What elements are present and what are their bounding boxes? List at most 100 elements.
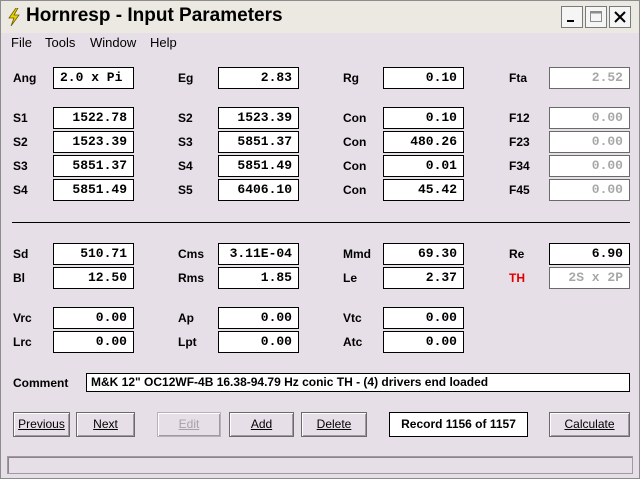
lpt-field[interactable]: 0.00 <box>218 331 299 353</box>
menu-window[interactable]: Window <box>90 35 136 50</box>
con-4-field[interactable]: 45.42 <box>383 179 464 201</box>
close-icon <box>614 11 626 23</box>
label-mmd: Mmd <box>343 247 371 261</box>
s2-field[interactable]: 1523.39 <box>53 131 134 153</box>
calculate-button[interactable]: Calculate <box>549 412 630 437</box>
delete-button[interactable]: Delete <box>301 412 367 437</box>
calculate-label: Calculate <box>564 417 615 431</box>
title-bar[interactable]: Hornresp - Input Parameters <box>1 1 639 33</box>
label-s3: S3 <box>13 159 28 173</box>
label-s4: S4 <box>178 159 193 173</box>
menu-bar: File Tools Window Help <box>1 33 639 53</box>
label-con: Con <box>343 183 367 197</box>
status-bar <box>7 456 633 474</box>
window-title: Hornresp - Input Parameters <box>26 5 283 26</box>
maximize-icon <box>590 11 602 22</box>
next-button[interactable]: Next <box>76 412 135 437</box>
label-f34: F34 <box>509 159 530 173</box>
vrc-field[interactable]: 0.00 <box>53 307 134 329</box>
vtc-field[interactable]: 0.00 <box>383 307 464 329</box>
menu-tools[interactable]: Tools <box>45 35 75 50</box>
lrc-field[interactable]: 0.00 <box>53 331 134 353</box>
label-vrc: Vrc <box>13 311 32 325</box>
mmd-field[interactable]: 69.30 <box>383 243 464 265</box>
label-comment: Comment <box>13 376 69 390</box>
bl-field[interactable]: 12.50 <box>53 267 134 289</box>
menu-file[interactable]: File <box>11 35 32 50</box>
next-label: Next <box>93 417 118 431</box>
add-button[interactable]: Add <box>229 412 294 437</box>
label-s4: S4 <box>13 183 28 197</box>
label-lpt: Lpt <box>178 335 197 349</box>
label-cms: Cms <box>178 247 205 261</box>
comment-field[interactable]: M&K 12" OC12WF-4B 16.38-94.79 Hz conic T… <box>86 373 630 392</box>
menu-help[interactable]: Help <box>150 35 177 50</box>
ang-field[interactable]: 2.0 x Pi <box>53 67 134 89</box>
label-s2: S2 <box>13 135 28 149</box>
rg-field[interactable]: 0.10 <box>383 67 464 89</box>
label-s3: S3 <box>178 135 193 149</box>
label-th: TH <box>509 271 525 285</box>
label-f23: F23 <box>509 135 530 149</box>
sd-field[interactable]: 510.71 <box>53 243 134 265</box>
label-f12: F12 <box>509 111 530 125</box>
label-le: Le <box>343 271 358 285</box>
record-indicator: Record 1156 of 1157 <box>389 412 528 437</box>
label-rms: Rms <box>178 271 205 285</box>
atc-field[interactable]: 0.00 <box>383 331 464 353</box>
app-lightning-icon <box>8 8 20 26</box>
con-1-field[interactable]: 0.10 <box>383 107 464 129</box>
le-field[interactable]: 2.37 <box>383 267 464 289</box>
label-sd: Sd <box>13 247 29 261</box>
minimize-button[interactable] <box>561 6 583 28</box>
f23-field: 0.00 <box>549 131 630 153</box>
minimize-icon <box>567 20 574 22</box>
label-lrc: Lrc <box>13 335 32 349</box>
add-label: Add <box>250 417 273 431</box>
delete-label: Delete <box>316 417 352 431</box>
label-re: Re <box>509 247 525 261</box>
con-3-field[interactable]: 0.01 <box>383 155 464 177</box>
s1-field[interactable]: 1522.78 <box>53 107 134 129</box>
edit-label: Edit <box>178 417 200 431</box>
label-f45: F45 <box>509 183 530 197</box>
s4-end-field[interactable]: 5851.49 <box>218 155 299 177</box>
label-fta: Fta <box>509 71 527 85</box>
fta-field: 2.52 <box>549 67 630 89</box>
f34-field: 0.00 <box>549 155 630 177</box>
previous-label: Previous <box>18 417 65 431</box>
f45-field: 0.00 <box>549 179 630 201</box>
label-atc: Atc <box>343 335 363 349</box>
label-s5: S5 <box>178 183 193 197</box>
s3-end-field[interactable]: 5851.37 <box>218 131 299 153</box>
cms-field[interactable]: 3.11E-04 <box>218 243 299 265</box>
label-con: Con <box>343 111 367 125</box>
s2-end-field[interactable]: 1523.39 <box>218 107 299 129</box>
th-field: 2S x 2P <box>549 267 630 289</box>
label-con: Con <box>343 159 367 173</box>
label-s2: S2 <box>178 111 193 125</box>
close-button[interactable] <box>609 6 631 28</box>
ap-field[interactable]: 0.00 <box>218 307 299 329</box>
previous-button[interactable]: Previous <box>13 412 70 437</box>
s4-field[interactable]: 5851.49 <box>53 179 134 201</box>
label-vtc: Vtc <box>343 311 362 325</box>
label-s1: S1 <box>13 111 28 125</box>
label-ap: Ap <box>178 311 194 325</box>
label-con: Con <box>343 135 367 149</box>
s5-field[interactable]: 6406.10 <box>218 179 299 201</box>
con-2-field[interactable]: 480.26 <box>383 131 464 153</box>
label-eg: Eg <box>178 71 194 85</box>
eg-field[interactable]: 2.83 <box>218 67 299 89</box>
maximize-button[interactable] <box>585 6 607 28</box>
hornresp-window: Hornresp - Input Parameters File Tools W… <box>0 0 640 479</box>
s3-field[interactable]: 5851.37 <box>53 155 134 177</box>
label-rg: Rg <box>343 71 359 85</box>
rms-field[interactable]: 1.85 <box>218 267 299 289</box>
label-bl: Bl <box>13 271 25 285</box>
re-field[interactable]: 6.90 <box>549 243 630 265</box>
edit-button: Edit <box>157 412 221 437</box>
label-ang: Ang <box>13 71 37 85</box>
f12-field: 0.00 <box>549 107 630 129</box>
section-divider <box>12 222 630 223</box>
